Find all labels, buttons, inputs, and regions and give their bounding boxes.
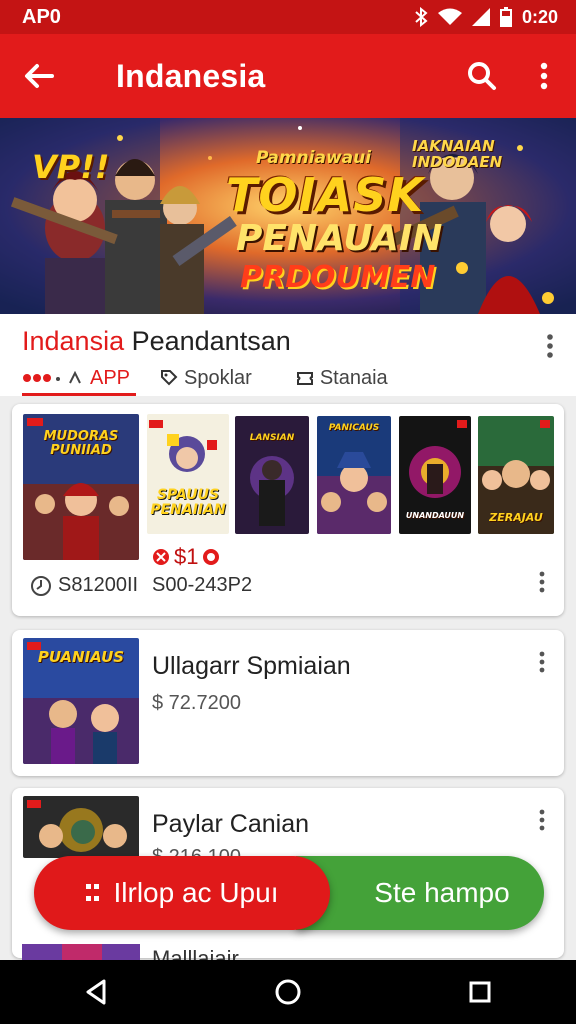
search-icon <box>468 62 496 90</box>
nav-recents-button[interactable] <box>450 962 510 1022</box>
primary-action-label: Ilrlop ac Upuı <box>113 877 279 908</box>
poster-1-title: MUDORAS PUNIIAD <box>43 429 119 458</box>
card1-more-button[interactable] <box>532 568 552 596</box>
primary-action-button[interactable]: Ilrlop ac Upuı <box>34 856 330 930</box>
section-more-button[interactable] <box>546 334 554 363</box>
status-left-text: AP0 <box>22 5 61 28</box>
square-recents-icon <box>469 981 491 1003</box>
poster-art <box>317 416 391 534</box>
tab-app-label: APP <box>90 366 131 389</box>
status-time: 0:20 <box>521 6 558 27</box>
poster-2-title: SPAUUS PENAIIAN <box>150 487 226 518</box>
poster-5-title: UNANDAUUN <box>405 511 465 520</box>
item-more-button[interactable] <box>532 648 552 676</box>
triangle-back-icon <box>86 979 106 1005</box>
featured-card[interactable]: MUDORAS PUNIIAD SPAUUS PENAIIAN LANSIAN <box>12 404 564 616</box>
poster-3[interactable]: LANSIAN <box>235 416 309 534</box>
tab-spoklar[interactable]: Spoklar <box>160 360 252 396</box>
signal-icon <box>471 8 490 26</box>
secondary-action-label: Ste hampo <box>374 877 510 908</box>
card1-meta-right: S00-243P2 <box>152 574 252 597</box>
badge-icon <box>153 549 169 565</box>
search-button[interactable] <box>452 34 512 118</box>
tab-bar: APP Spoklar Stanaia <box>0 360 576 396</box>
thumbnail-title: PUANIAUS <box>37 648 125 666</box>
banner-subhead: PENAUAIN <box>236 218 443 259</box>
ticket-icon <box>296 372 313 385</box>
list-item[interactable]: PUANIAUS Ullagarr Spmiaian $ 72.7200 <box>12 630 564 776</box>
secondary-action-button[interactable]: Ste hampo <box>296 856 544 930</box>
location-pin-icon <box>31 575 51 596</box>
poster-2[interactable]: SPAUUS PENAIIAN <box>147 414 229 534</box>
banner-text-layer: VP!! IAKNAIAN INDODAEN Pamniawaui TOIASK… <box>0 118 576 314</box>
poster-1[interactable]: MUDORAS PUNIIAD <box>23 414 139 560</box>
nav-back-button[interactable] <box>66 962 126 1022</box>
dots-app-icon <box>23 371 81 384</box>
page-title: Indanesia <box>116 57 266 94</box>
poster-4[interactable]: PANICAUS <box>317 416 391 534</box>
app-bar: Indanesia <box>0 34 576 118</box>
thumbnail-art <box>22 944 140 960</box>
card1-meta-left-text: S81200II <box>58 574 139 596</box>
section-title-highlight: Indansia <box>22 326 125 356</box>
poster-6[interactable]: ZERAJAU <box>478 416 554 534</box>
card1-meta-right-text: S00-243P2 <box>152 574 253 596</box>
more-vert-icon <box>547 334 553 358</box>
section-title-rest: Peandantsan <box>124 326 291 356</box>
tab-app[interactable]: APP <box>22 360 137 396</box>
banner-left-badge: VP!! <box>32 148 110 186</box>
status-icons: 0:20 <box>414 7 558 28</box>
card1-meta-left: S81200II <box>30 574 138 597</box>
item-price: $ 72.7200 <box>152 692 241 714</box>
promo-banner[interactable]: VP!! IAKNAIAN INDODAEN Pamniawaui TOIASK… <box>0 118 576 314</box>
peek-thumbnail <box>22 944 140 960</box>
banner-tagline: PRDOUMEN <box>240 260 436 295</box>
system-nav-bar <box>0 960 576 1024</box>
tab-spoklar-label: Spoklar <box>184 366 252 389</box>
banner-headline: TOIASK <box>226 168 424 222</box>
badge-text: $1 <box>174 544 199 569</box>
tab-stanaia[interactable]: Stanaia <box>296 360 388 396</box>
more-vert-icon <box>539 651 545 673</box>
more-options-button[interactable] <box>512 34 576 118</box>
tab-stanaia-label: Stanaia <box>319 366 388 389</box>
nav-home-button[interactable] <box>258 962 318 1022</box>
battery-icon <box>499 7 512 27</box>
arrow-back-icon <box>25 64 54 88</box>
more-vert-icon <box>540 62 548 90</box>
section-header: Indansia Peandantsan APP Spoklar Stanaia <box>0 314 576 396</box>
back-button[interactable] <box>0 34 78 118</box>
peek-item-title: Malllajair <box>152 946 239 960</box>
more-vert-icon <box>539 571 545 593</box>
item-price: $ 216,100 <box>152 846 241 856</box>
item-thumbnail <box>23 796 139 858</box>
poster-5[interactable]: UNANDAUUN <box>399 416 471 534</box>
status-bar: AP0 0:20 <box>0 0 576 34</box>
item-more-button[interactable] <box>532 806 552 834</box>
poster-6-title: ZERAJAU <box>489 511 543 524</box>
poster-price-badge: $1 <box>152 544 220 570</box>
item-title: Paylar Canian <box>152 810 310 838</box>
poster-4-title: PANICAUS <box>328 423 380 433</box>
bluetooth-icon <box>415 7 428 27</box>
circle-home-icon <box>275 979 301 1005</box>
badge-icon <box>203 549 220 565</box>
more-vert-icon <box>539 809 545 831</box>
thumbnail-art <box>23 796 139 858</box>
section-title: Indansia Peandantsan <box>22 326 291 357</box>
tag-icon <box>161 370 178 386</box>
item-title: Ullagarr Spmiaian <box>152 652 351 680</box>
poster-3-title: LANSIAN <box>249 433 295 443</box>
grid-dots-icon <box>85 884 99 901</box>
wifi-icon <box>437 8 462 25</box>
item-thumbnail: PUANIAUS <box>23 638 139 764</box>
banner-top-line: Pamniawaui <box>256 148 372 168</box>
banner-right-badge: IAKNAIAN INDODAEN <box>412 137 503 171</box>
